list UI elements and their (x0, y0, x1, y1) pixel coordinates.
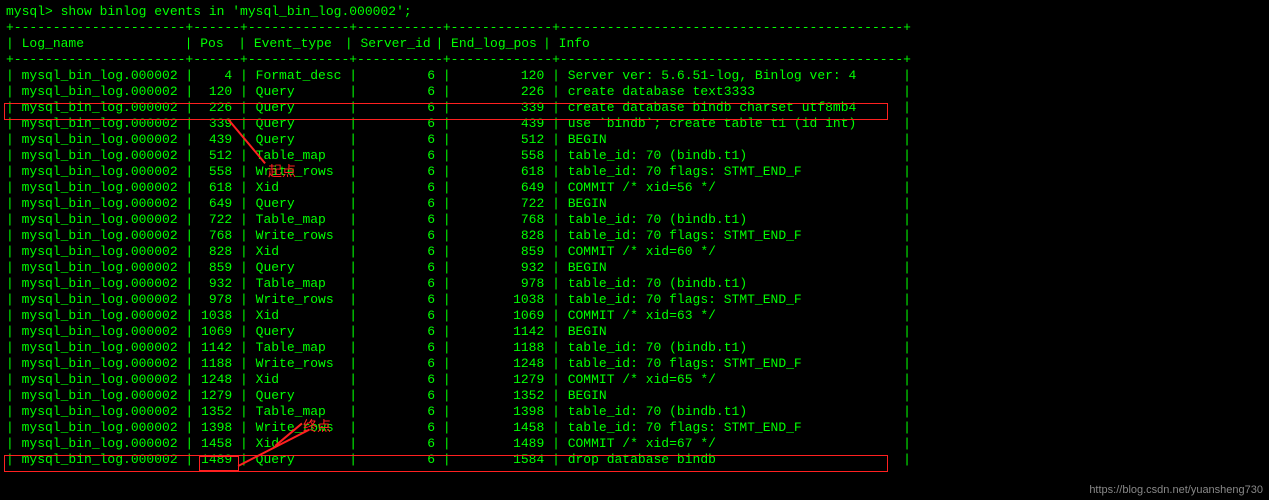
table-row: | mysql_bin_log.000002 | 1352 | Table_ma… (6, 404, 1263, 420)
table-row: | mysql_bin_log.000002 | 978 | Write_row… (6, 292, 1263, 308)
table-row: | mysql_bin_log.000002 | 512 | Table_map… (6, 148, 1263, 164)
table-row: | mysql_bin_log.000002 | 649 | Query | 6… (6, 196, 1263, 212)
table-row: | mysql_bin_log.000002 | 1248 | Xid | 6 … (6, 372, 1263, 388)
table-row: | mysql_bin_log.000002 | 768 | Write_row… (6, 228, 1263, 244)
table-divider-top: +----------------------+------+---------… (6, 20, 1263, 36)
table-row: | mysql_bin_log.000002 | 4 | Format_desc… (6, 68, 1263, 84)
col-pos: Pos (200, 36, 238, 52)
watermark: https://blog.csdn.net/yuansheng730 (1089, 482, 1263, 498)
table-divider-mid: +----------------------+------+---------… (6, 52, 1263, 68)
col-info: Info (559, 36, 590, 51)
table-row: | mysql_bin_log.000002 | 1142 | Table_ma… (6, 340, 1263, 356)
col-end-log-pos: End_log_pos (451, 36, 543, 52)
table-row: | mysql_bin_log.000002 | 1458 | Xid | 6 … (6, 436, 1263, 452)
table-row: | mysql_bin_log.000002 | 558 | Write_row… (6, 164, 1263, 180)
table-row: | mysql_bin_log.000002 | 722 | Table_map… (6, 212, 1263, 228)
col-log-name: Log_name (22, 36, 185, 52)
table-row: | mysql_bin_log.000002 | 859 | Query | 6… (6, 260, 1263, 276)
table-row: | mysql_bin_log.000002 | 1188 | Write_ro… (6, 356, 1263, 372)
mysql-prompt: mysql> show binlog events in 'mysql_bin_… (6, 4, 1263, 20)
table-row: | mysql_bin_log.000002 | 828 | Xid | 6 |… (6, 244, 1263, 260)
table-row: | mysql_bin_log.000002 | 339 | Query | 6… (6, 116, 1263, 132)
table-row: | mysql_bin_log.000002 | 1279 | Query | … (6, 388, 1263, 404)
table-row: | mysql_bin_log.000002 | 1038 | Xid | 6 … (6, 308, 1263, 324)
table-header: | Log_name| Pos| Event_type| Server_id| … (6, 36, 1263, 52)
table-body: | mysql_bin_log.000002 | 4 | Format_desc… (6, 68, 1263, 468)
col-server-id: Server_id (360, 36, 435, 52)
table-row: | mysql_bin_log.000002 | 618 | Xid | 6 |… (6, 180, 1263, 196)
table-row: | mysql_bin_log.000002 | 932 | Table_map… (6, 276, 1263, 292)
table-row: | mysql_bin_log.000002 | 1069 | Query | … (6, 324, 1263, 340)
table-row: | mysql_bin_log.000002 | 439 | Query | 6… (6, 132, 1263, 148)
table-row: | mysql_bin_log.000002 | 226 | Query | 6… (6, 100, 1263, 116)
table-row: | mysql_bin_log.000002 | 120 | Query | 6… (6, 84, 1263, 100)
col-event-type: Event_type (254, 36, 345, 52)
table-row: | mysql_bin_log.000002 | 1398 | Write_ro… (6, 420, 1263, 436)
table-row: | mysql_bin_log.000002 | 1489 | Query | … (6, 452, 1263, 468)
